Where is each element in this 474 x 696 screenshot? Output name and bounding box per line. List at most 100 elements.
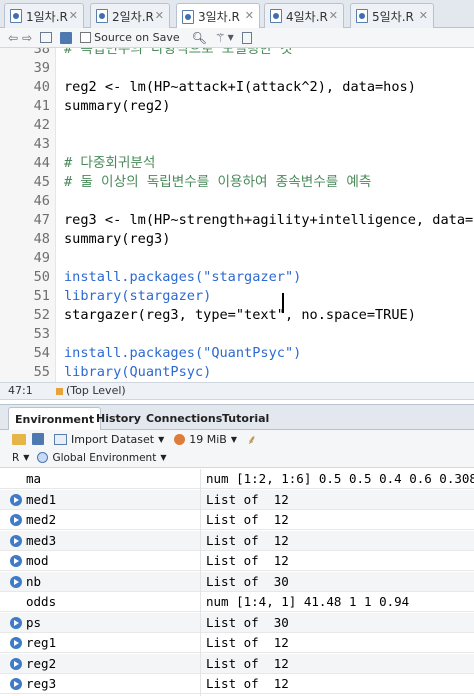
environment-panel-tabs: Environment History Connections Tutorial bbox=[0, 404, 474, 431]
environment-row[interactable]: mod List of 12 bbox=[0, 551, 474, 571]
line-number: 49 bbox=[33, 250, 50, 266]
tab-4[interactable]: 4일차.R ✕ bbox=[264, 3, 344, 28]
chevron-down-icon[interactable]: ▼ bbox=[158, 435, 164, 444]
tab-2[interactable]: 2일차.R ✕ bbox=[90, 3, 170, 28]
line-number: 53 bbox=[33, 326, 50, 342]
source-on-save-checkbox[interactable] bbox=[80, 32, 92, 43]
expand-icon[interactable] bbox=[10, 678, 22, 690]
environment-row[interactable]: ma num [1:2, 1:6] 0.5 0.5 0.4 0.6 0.308 bbox=[0, 469, 474, 489]
line-number: 43 bbox=[33, 136, 50, 152]
environment-selector[interactable]: Global Environment bbox=[52, 452, 156, 464]
environment-row[interactable]: med1 List of 12 bbox=[0, 489, 474, 510]
r-file-icon bbox=[96, 9, 108, 23]
broom-icon[interactable]: ⸙ bbox=[247, 430, 257, 448]
globe-icon bbox=[37, 452, 49, 463]
close-icon[interactable]: ✕ bbox=[155, 9, 164, 22]
expand-icon[interactable] bbox=[10, 575, 22, 588]
environment-row[interactable]: reg3 List of 12 bbox=[0, 674, 474, 694]
tab-label: 3일차.R bbox=[198, 10, 240, 24]
source-on-save-label: Source on Save bbox=[94, 31, 180, 44]
code-text: install.packages("QuantPsyc") bbox=[64, 345, 302, 361]
save-icon[interactable] bbox=[60, 31, 73, 44]
variable-value: List of 12 bbox=[206, 553, 289, 568]
code-editor[interactable]: 38 # 독립변수의 다항식으로 모델링한 것 39 40 reg2 <- lm(HP~… bbox=[0, 48, 474, 382]
line-number: 50 bbox=[33, 269, 50, 285]
tab-label: Connections bbox=[146, 411, 223, 425]
language-selector[interactable]: R bbox=[12, 452, 19, 464]
expand-icon[interactable] bbox=[10, 616, 22, 629]
environment-row[interactable]: reg1 List of 12 bbox=[0, 633, 474, 653]
expand-icon[interactable] bbox=[10, 514, 22, 526]
expand-icon[interactable] bbox=[10, 555, 22, 567]
tab-1[interactable]: 1일차.R ✕ bbox=[4, 3, 84, 28]
tab-label: 1일차.R bbox=[26, 9, 68, 24]
environment-row[interactable]: ps List of 30 bbox=[0, 612, 474, 633]
environment-row[interactable]: nb List of 30 bbox=[0, 571, 474, 592]
rstudio-window: 1일차.R ✕ 2일차.R ✕ 3일차.R ✕ 4일차.R ✕ 5일차.R ✕ … bbox=[0, 0, 474, 696]
variable-value: List of 12 bbox=[206, 532, 289, 548]
environment-row[interactable]: med2 List of 12 bbox=[0, 510, 474, 530]
close-icon[interactable]: ✕ bbox=[419, 9, 428, 22]
import-dataset-icon bbox=[54, 433, 67, 445]
source-tab-bar: 1일차.R ✕ 2일차.R ✕ 3일차.R ✕ 4일차.R ✕ 5일차.R ✕ bbox=[0, 0, 474, 29]
environment-row[interactable]: med3 List of 12 bbox=[0, 530, 474, 551]
tab-connections[interactable]: Connections bbox=[140, 407, 228, 429]
code-text: library(stargazer) bbox=[64, 288, 212, 304]
tab-3-active[interactable]: 3일차.R ✕ bbox=[176, 3, 260, 29]
line-number: 48 bbox=[33, 231, 50, 247]
variable-name: med2 bbox=[26, 512, 57, 527]
tab-tutorial[interactable]: Tutorial bbox=[216, 407, 275, 429]
editor-status-bar: 47:1 (Top Level) bbox=[0, 382, 474, 400]
code-text: # 다중회귀분석 bbox=[64, 155, 156, 171]
variable-name: reg1 bbox=[26, 635, 57, 650]
chevron-down-icon[interactable]: ▼ bbox=[23, 453, 29, 462]
tab-history[interactable]: History bbox=[90, 407, 147, 429]
variable-name: nb bbox=[26, 573, 42, 589]
code-text: install.packages("stargazer") bbox=[64, 269, 302, 285]
tab-5[interactable]: 5일차.R ✕ bbox=[350, 3, 434, 28]
chevron-down-icon[interactable]: ▼ bbox=[231, 435, 237, 444]
expand-icon[interactable] bbox=[10, 657, 22, 670]
variable-value: List of 12 bbox=[206, 635, 289, 650]
line-number: 55 bbox=[33, 364, 50, 380]
memory-usage[interactable]: 19 MiB bbox=[189, 433, 227, 446]
import-dataset-button[interactable]: Import Dataset bbox=[71, 433, 154, 446]
code-text: summary(reg2) bbox=[64, 98, 171, 114]
compile-report-icon[interactable] bbox=[241, 31, 252, 44]
tab-label: 4일차.R bbox=[286, 9, 328, 24]
tab-environment[interactable]: Environment bbox=[8, 407, 102, 431]
expand-icon[interactable] bbox=[10, 493, 22, 506]
environment-row[interactable]: odds num [1:4, 1] 41.48 1 1 0.94 bbox=[0, 592, 474, 612]
environment-row[interactable]: reg2 List of 12 bbox=[0, 653, 474, 674]
line-number: 38 bbox=[33, 48, 50, 57]
line-number: 54 bbox=[33, 345, 50, 361]
tab-label: History bbox=[96, 411, 141, 425]
magic-wand-icon[interactable]: ⚚ bbox=[215, 31, 226, 45]
save-workspace-icon[interactable] bbox=[32, 433, 44, 445]
code-text: stargazer(reg3, type="text", no.space=TR… bbox=[64, 307, 416, 323]
variable-value: List of 12 bbox=[206, 655, 289, 671]
line-number: 42 bbox=[33, 117, 50, 133]
close-icon[interactable]: ✕ bbox=[69, 9, 78, 22]
chevron-down-icon[interactable]: ▼ bbox=[160, 453, 166, 462]
code-text: summary(reg3) bbox=[64, 231, 171, 247]
code-text: library(QuantPsyc) bbox=[64, 364, 212, 380]
code-text: reg3 <- lm(HP~strength+agility+intellige… bbox=[64, 212, 474, 228]
environment-scope-bar: R ▼ Global Environment ▼ bbox=[0, 448, 474, 468]
line-number: 44 bbox=[33, 155, 50, 171]
show-in-window-icon[interactable] bbox=[40, 32, 53, 43]
close-icon[interactable]: ✕ bbox=[245, 9, 254, 22]
tab-label: 2일차.R bbox=[112, 9, 154, 24]
back-arrow-icon[interactable]: ⇦ bbox=[8, 31, 18, 45]
variable-name: mod bbox=[26, 553, 49, 568]
search-icon[interactable]: 🔍︎ bbox=[192, 31, 207, 45]
forward-arrow-icon[interactable]: ⇨ bbox=[22, 31, 32, 45]
chevron-down-icon[interactable]: ▼ bbox=[228, 33, 234, 42]
variable-name: reg3 bbox=[26, 676, 57, 691]
expand-icon[interactable] bbox=[10, 534, 22, 547]
scope-selector[interactable]: (Top Level) bbox=[66, 384, 126, 397]
expand-icon[interactable] bbox=[10, 637, 22, 649]
scope-icon bbox=[56, 388, 63, 395]
load-workspace-icon[interactable] bbox=[12, 433, 26, 445]
close-icon[interactable]: ✕ bbox=[329, 9, 338, 22]
